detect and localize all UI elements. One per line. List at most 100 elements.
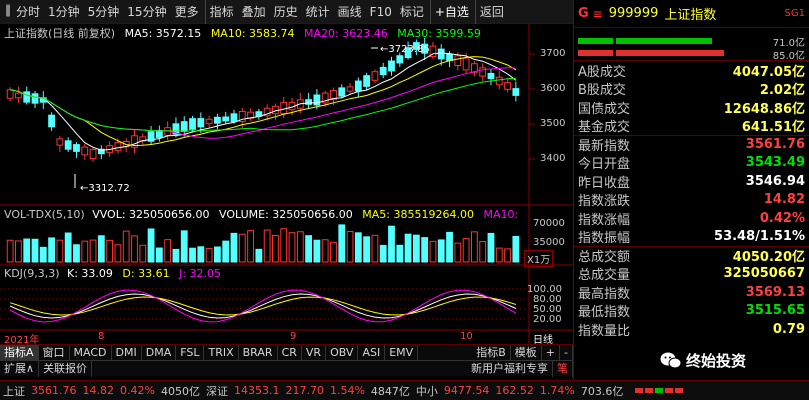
tab-15min[interactable]: 15分钟 <box>123 0 170 24</box>
tab-macd[interactable]: MACD <box>70 344 112 361</box>
tab-asi[interactable]: ASI <box>358 344 386 361</box>
stat-value: 3543.49 <box>745 155 805 171</box>
tab-dma[interactable]: DMA <box>142 344 177 361</box>
tab-5min[interactable]: 5分钟 <box>84 0 124 24</box>
g-label[interactable]: G <box>578 6 589 21</box>
stat-label: 最低指数 <box>578 305 631 321</box>
candle-body <box>346 86 354 92</box>
stat-label: 基金成交 <box>578 120 631 136</box>
pen-tab[interactable]: 笔 <box>553 360 573 377</box>
new-user-promo[interactable]: 新用户福利专享 <box>467 360 553 377</box>
volume-bar <box>23 238 31 263</box>
stat-row: B股成交 2.02亿 <box>574 80 809 99</box>
tab-template[interactable]: 模板 <box>511 344 542 361</box>
zoom-out-button[interactable]: - <box>560 344 573 361</box>
tab-timeshare[interactable]: 分时 <box>12 0 44 24</box>
candle-body <box>214 116 221 124</box>
mark-button[interactable]: 标记 <box>396 0 428 24</box>
tab-obv[interactable]: OBV <box>326 344 359 361</box>
zx-name[interactable]: 中小 <box>416 383 438 399</box>
volume-bar <box>131 235 138 263</box>
tab-indicator-a[interactable]: 指标A <box>0 344 39 361</box>
tab-brar[interactable]: BRAR <box>239 344 278 361</box>
stat-label: 指数涨跌 <box>578 194 631 210</box>
stat-label: 总成交量 <box>578 268 631 284</box>
add-watchlist-button[interactable]: +自选 <box>429 0 473 24</box>
candle-body <box>379 66 387 76</box>
f10-button[interactable]: F10 <box>366 0 396 24</box>
stat-row: 最低指数 3515.65 <box>574 302 809 321</box>
volume-bar <box>421 237 429 263</box>
candle-body <box>446 53 453 62</box>
candle-body <box>504 82 511 90</box>
volume-bar <box>97 235 105 263</box>
tab-trix[interactable]: TRIX <box>204 344 239 361</box>
candle-body <box>354 80 362 92</box>
tab-extend[interactable]: 扩展∧ <box>0 360 40 377</box>
candle-body <box>56 138 64 146</box>
grip-icon[interactable]: ▐ <box>0 0 12 24</box>
volume-bar <box>263 229 271 263</box>
stat-row: 今日开盘 3543.49 <box>574 154 809 172</box>
candle-body <box>64 140 72 150</box>
menu-icon[interactable]: ≡ <box>593 7 603 21</box>
tab-vr[interactable]: VR <box>302 344 327 361</box>
indicator-button[interactable]: 指标 <box>204 0 238 24</box>
candle-body <box>363 75 371 87</box>
sh-name[interactable]: 上证 <box>3 383 25 399</box>
stat-value: 325050667 <box>723 266 805 282</box>
stat-value: 14.82 <box>763 192 805 208</box>
back-button[interactable]: 返回 <box>474 0 508 24</box>
volume-bar <box>122 230 130 263</box>
chart-region[interactable]: 上证指数(日线 前复权) MA5: 3572.15 MA10: 3583.74 … <box>0 24 573 357</box>
kdj-pane-header: KDJ(9,3,3) K: 33.09 D: 33.61 J: 32.05 <box>4 267 221 280</box>
volume-bar <box>172 248 180 263</box>
sz-name[interactable]: 深证 <box>206 383 228 399</box>
red-bar-1 <box>578 50 613 56</box>
draw-line-button[interactable]: 画线 <box>334 0 366 24</box>
volume-bar <box>81 240 89 263</box>
ma5-line <box>9 52 517 151</box>
candle-body <box>15 92 22 99</box>
volume-bar <box>164 239 172 263</box>
candle-body <box>512 88 520 96</box>
tab-cr[interactable]: CR <box>278 344 302 361</box>
sh-price: 3561.76 <box>31 384 77 397</box>
ratio-value-2: 85.0亿 <box>772 51 805 62</box>
history-button[interactable]: 历史 <box>270 0 302 24</box>
volume-bar <box>272 234 279 263</box>
tab-fsl[interactable]: FSL <box>176 344 205 361</box>
tab-related-quotes[interactable]: 关联报价 <box>39 360 93 377</box>
stats-button[interactable]: 统计 <box>302 0 334 24</box>
vvol-label: VVOL: 325050656.00 <box>92 208 210 221</box>
right-info-panel: G ≡ 999999 上证指数 SG1 71.0亿 85.0亿 A股成交 4047… <box>573 0 809 380</box>
sh-percent: 0.42% <box>120 384 155 397</box>
stat-label: 最高指数 <box>578 286 631 302</box>
volume-bar <box>388 225 395 263</box>
stat-label: 指数涨幅 <box>578 212 631 228</box>
tab-more[interactable]: 更多 <box>171 0 203 24</box>
stat-value: 2.02亿 <box>759 83 805 99</box>
volume-bar <box>214 246 221 263</box>
candle-body <box>437 48 445 60</box>
volume-bar <box>504 248 511 263</box>
volume-bar <box>205 248 213 263</box>
sz-percent: 1.54% <box>329 384 365 397</box>
volume-bar <box>180 230 188 263</box>
tab-1min[interactable]: 1分钟 <box>44 0 84 24</box>
index-name: 上证指数 <box>664 8 717 23</box>
tab-window[interactable]: 窗口 <box>39 344 70 361</box>
stat-label: 最新指数 <box>578 139 631 155</box>
chart-title: 上证指数(日线 前复权) <box>4 27 116 40</box>
zoom-in-button[interactable]: + <box>542 344 561 361</box>
volume-bar <box>338 224 346 263</box>
zx-price: 9477.54 <box>443 384 490 397</box>
tab-indicator-b[interactable]: 指标B <box>472 344 511 361</box>
stat-row: 指数量比 0.79 <box>574 320 809 339</box>
candle-body <box>371 71 379 81</box>
tab-dmi[interactable]: DMI <box>112 344 142 361</box>
overlay-button[interactable]: 叠加 <box>238 0 270 24</box>
volume-bar <box>155 247 163 263</box>
sg-tag[interactable]: SG1 <box>785 8 805 19</box>
tab-emv[interactable]: EMV <box>385 344 419 361</box>
